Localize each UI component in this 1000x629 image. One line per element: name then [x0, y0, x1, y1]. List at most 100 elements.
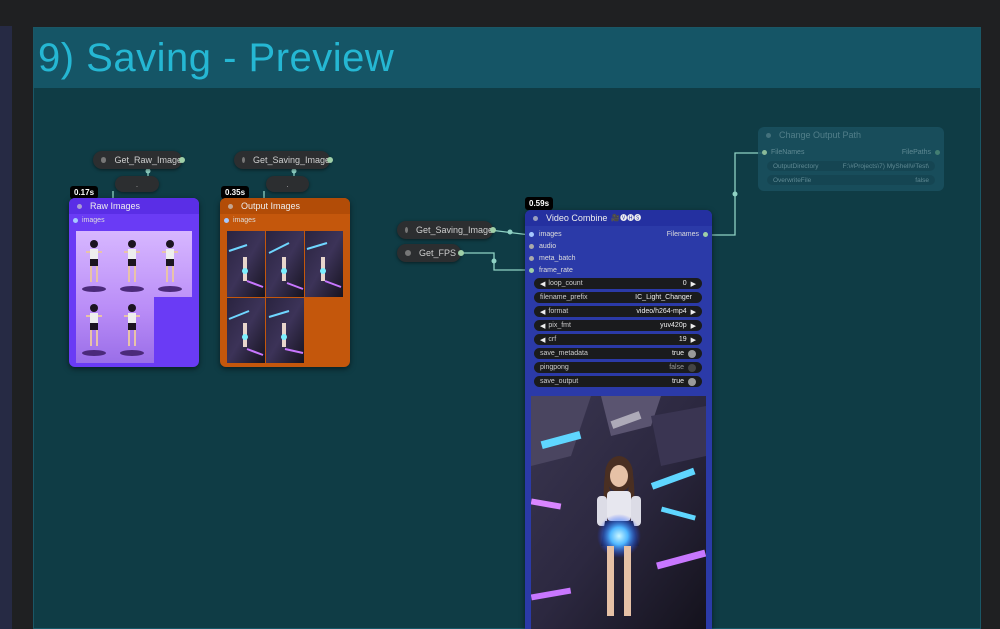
increment-arrow-icon[interactable]: ▶ [691, 336, 696, 344]
pix-fmt-widget[interactable]: ◀ pix_fmt yuv420p ▶ [534, 320, 702, 331]
collapse-dot[interactable] [77, 203, 82, 209]
crf-widget[interactable]: ◀ crf 19 ▶ [534, 334, 702, 345]
reroute-node-output[interactable]: . [266, 176, 309, 192]
widget-value: IC_Light_Changer [635, 294, 692, 301]
port-dot[interactable] [703, 232, 708, 237]
node-title: Change Output Path [779, 130, 862, 140]
node-title: Get_FPS [419, 248, 457, 258]
get-saving-image-node-top[interactable]: Get_Saving_Image [234, 151, 333, 169]
widget-label: format [548, 308, 569, 315]
wire-joint [732, 191, 738, 197]
decrement-arrow-icon[interactable]: ◀ [540, 280, 545, 288]
node-header[interactable]: Raw Images [69, 198, 199, 214]
input-port-meta-batch[interactable]: meta_batch [529, 255, 576, 262]
get-raw-image-node[interactable]: Get_Raw_Image [93, 151, 185, 169]
port-dot[interactable] [529, 232, 534, 237]
video-combine-node[interactable]: Video Combine 🎥🅥🅗🅢 images audio meta_bat… [525, 210, 712, 629]
node-title: Get_Raw_Image [114, 155, 182, 165]
raw-images-node[interactable]: Raw Images images [69, 198, 199, 367]
widget-label: pingpong [540, 364, 569, 371]
image-preview-grid [76, 231, 192, 363]
video-preview[interactable] [531, 396, 706, 629]
output-port[interactable] [179, 157, 185, 163]
input-port-audio[interactable]: audio [529, 243, 556, 250]
port-label: FileNames [771, 149, 805, 156]
widget-value: 19 [678, 336, 687, 343]
change-output-path-node[interactable]: Change Output Path FileNames FilePaths O… [758, 127, 944, 191]
wire-joint [291, 168, 297, 174]
save-output-toggle[interactable]: save_output true [534, 376, 702, 387]
node-header[interactable]: Output Images [220, 198, 350, 214]
node-header[interactable]: Change Output Path [758, 127, 944, 143]
get-saving-image-node[interactable]: Get_Saving_Image [397, 221, 496, 239]
port-label: frame_rate [539, 267, 573, 274]
raw-images-thumbnails [82, 240, 192, 363]
overwrite-file-toggle[interactable]: OverwriteFile false [767, 175, 935, 185]
increment-arrow-icon[interactable]: ▶ [691, 322, 696, 330]
input-port-images[interactable]: images [69, 214, 199, 226]
output-port-filepaths[interactable]: FilePaths [902, 149, 940, 156]
node-title: Get_Saving_Image [415, 225, 493, 235]
toggle-knob[interactable] [688, 349, 696, 358]
output-images-node[interactable]: Output Images images [220, 198, 350, 367]
port-label: images [539, 231, 562, 238]
widget-value: true [671, 378, 684, 385]
increment-arrow-icon[interactable]: ▶ [691, 280, 696, 288]
widget-value: false [915, 176, 929, 184]
input-port-images[interactable]: images [220, 214, 350, 226]
loop-count-widget[interactable]: ◀ loop_count 0 ▶ [534, 278, 702, 289]
widget-value: video/h264-mp4 [636, 308, 687, 315]
input-port-images[interactable]: images [529, 231, 562, 238]
port-dot[interactable] [529, 256, 534, 261]
collapse-dot[interactable] [405, 250, 411, 256]
collapse-dot[interactable] [405, 227, 408, 233]
port-dot[interactable] [73, 217, 78, 223]
collapse-dot[interactable] [101, 157, 107, 163]
decrement-arrow-icon[interactable]: ◀ [540, 308, 545, 316]
output-port-filenames[interactable]: Filenames [667, 231, 708, 238]
port-dot[interactable] [935, 150, 940, 155]
output-port[interactable] [458, 250, 464, 256]
port-label: images [233, 216, 256, 224]
filename-prefix-widget[interactable]: filename_prefix IC_Light_Changer [534, 292, 702, 303]
graph-canvas[interactable]: 9) Saving - Preview Get_Raw_Image . 0.17… [0, 0, 1000, 629]
node-title: Output Images [241, 201, 301, 211]
get-fps-node[interactable]: Get_FPS [397, 244, 464, 262]
collapse-dot[interactable] [766, 132, 771, 138]
output-directory-field[interactable]: OutputDirectory F:\#Projects\7) MyShell\… [767, 161, 935, 171]
pingpong-toggle[interactable]: pingpong false [534, 362, 702, 373]
toggle-knob[interactable] [688, 377, 696, 386]
toggle-knob[interactable] [688, 363, 696, 372]
node-title: Get_Saving_Image [252, 155, 330, 165]
port-dot[interactable] [762, 150, 767, 155]
port-dot[interactable] [529, 244, 534, 249]
reroute-node-raw[interactable]: . [115, 176, 159, 192]
dancer-figure [120, 240, 144, 292]
save-metadata-toggle[interactable]: save_metadata true [534, 348, 702, 359]
output-port[interactable] [327, 157, 333, 163]
wire-joint [507, 229, 513, 235]
port-label: Filenames [666, 231, 699, 238]
decrement-arrow-icon[interactable]: ◀ [540, 322, 545, 330]
decrement-arrow-icon[interactable]: ◀ [540, 336, 545, 344]
output-port[interactable] [490, 227, 496, 233]
node-header[interactable]: Video Combine 🎥🅥🅗🅢 [525, 210, 712, 226]
format-widget[interactable]: ◀ format video/h264-mp4 ▶ [534, 306, 702, 317]
output-images-thumbnails [227, 231, 343, 363]
reroute-label: . [286, 179, 289, 189]
port-dot[interactable] [529, 268, 534, 273]
dancer-figure [120, 304, 144, 356]
wire-joint [145, 168, 151, 174]
input-port-filenames[interactable]: FileNames [762, 149, 804, 156]
collapse-dot[interactable] [228, 203, 233, 209]
increment-arrow-icon[interactable]: ▶ [691, 308, 696, 316]
node-title: Video Combine [546, 213, 608, 223]
port-dot[interactable] [224, 217, 229, 223]
input-port-frame-rate[interactable]: frame_rate [529, 267, 573, 274]
widget-label: crf [548, 336, 557, 343]
port-label: meta_batch [539, 255, 576, 262]
collapse-dot[interactable] [242, 157, 245, 163]
collapse-dot[interactable] [533, 215, 538, 221]
widget-label: OutputDirectory [773, 162, 819, 170]
widget-value: yuv420p [660, 322, 687, 329]
